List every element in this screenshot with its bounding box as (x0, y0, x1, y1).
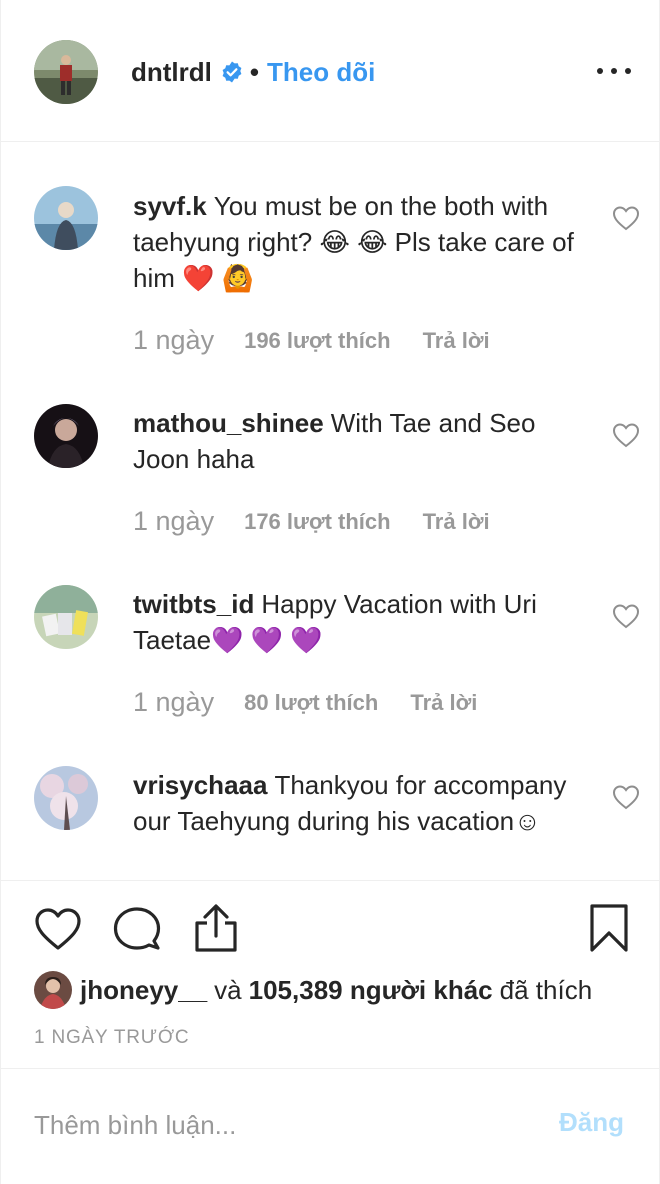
comment-time: 1 ngày (133, 325, 215, 355)
commenter-avatar[interactable] (34, 585, 98, 649)
likes-connector: và (214, 974, 242, 1005)
heart-icon[interactable] (34, 907, 82, 951)
post-actions: jhoneyy__ và 105,389 người khác đã thích… (1, 880, 660, 1070)
commenter-avatar[interactable] (34, 186, 98, 250)
comment-text: twitbts_id Happy Vacation with Uri Taetae… (133, 586, 598, 658)
comment-meta: 1 ngày 176 lượt thích Trả lời (133, 506, 490, 537)
post-header: dntlrdl • Theo dõi (1, 0, 660, 142)
post-comment-button[interactable]: Đăng (559, 1107, 624, 1138)
reply-button[interactable]: Trả lời (423, 328, 490, 354)
comment-bubble-icon[interactable] (113, 906, 161, 952)
commenter-avatar[interactable] (34, 766, 98, 830)
comment-time: 1 ngày (133, 506, 215, 536)
liker-username[interactable]: jhoneyy__ (80, 975, 207, 1006)
comment-like-icon[interactable] (612, 784, 640, 810)
comment-input[interactable] (34, 1105, 534, 1145)
more-dot (611, 68, 617, 74)
comment-username[interactable]: syvf.k (133, 191, 207, 221)
comment-like-icon[interactable] (612, 422, 640, 448)
comment-text: vrisychaaa Thankyou for accompany our Tae… (133, 767, 598, 839)
follow-button[interactable]: Theo dõi (267, 57, 375, 88)
comment-likes-count[interactable]: 196 lượt thích (244, 328, 391, 354)
more-options-icon[interactable] (597, 64, 631, 78)
comment-list[interactable]: syvf.k You must be on the both with taehy… (1, 142, 660, 880)
likes-summary: jhoneyy__ và 105,389 người khác đã thích (34, 970, 599, 1010)
comment-username[interactable]: twitbts_id (133, 589, 254, 619)
comment-like-icon[interactable] (612, 205, 640, 231)
liker-avatar[interactable] (34, 971, 72, 1009)
header-user-line: dntlrdl • Theo dõi (131, 55, 375, 89)
more-dot (625, 68, 631, 74)
likes-suffix: đã thích (499, 974, 593, 1005)
more-dot (597, 68, 603, 74)
add-comment-bar: Đăng (1, 1068, 660, 1184)
comment-text: syvf.k You must be on the both with taehy… (133, 188, 598, 296)
commenter-avatar[interactable] (34, 404, 98, 468)
comment-username[interactable]: vrisychaaa (133, 770, 267, 800)
comment-meta: 1 ngày 80 lượt thích Trả lời (133, 687, 477, 718)
separator-dot: • (249, 56, 259, 87)
comment-username[interactable]: mathou_shinee (133, 408, 324, 438)
comment-text: mathou_shinee With Tae and Seo Joon haha (133, 405, 598, 477)
author-username[interactable]: dntlrdl (131, 57, 212, 88)
comment-like-icon[interactable] (612, 603, 640, 629)
verified-badge-icon (222, 61, 242, 83)
reply-button[interactable]: Trả lời (410, 690, 477, 716)
author-avatar[interactable] (34, 40, 98, 104)
post-timestamp: 1 NGÀY TRƯỚC (34, 1027, 190, 1048)
reply-button[interactable]: Trả lời (423, 509, 490, 535)
comment-meta: 1 ngày 196 lượt thích Trả lời (133, 325, 490, 356)
likes-count[interactable]: 105,389 người khác (249, 975, 493, 1006)
bookmark-icon[interactable] (589, 903, 629, 953)
comment-likes-count[interactable]: 80 lượt thích (244, 690, 378, 716)
comment-time: 1 ngày (133, 687, 215, 717)
instagram-post-panel: dntlrdl • Theo dõi syvf.k You must be on… (0, 0, 660, 1184)
share-icon[interactable] (193, 903, 239, 953)
comment-likes-count[interactable]: 176 lượt thích (244, 509, 391, 535)
